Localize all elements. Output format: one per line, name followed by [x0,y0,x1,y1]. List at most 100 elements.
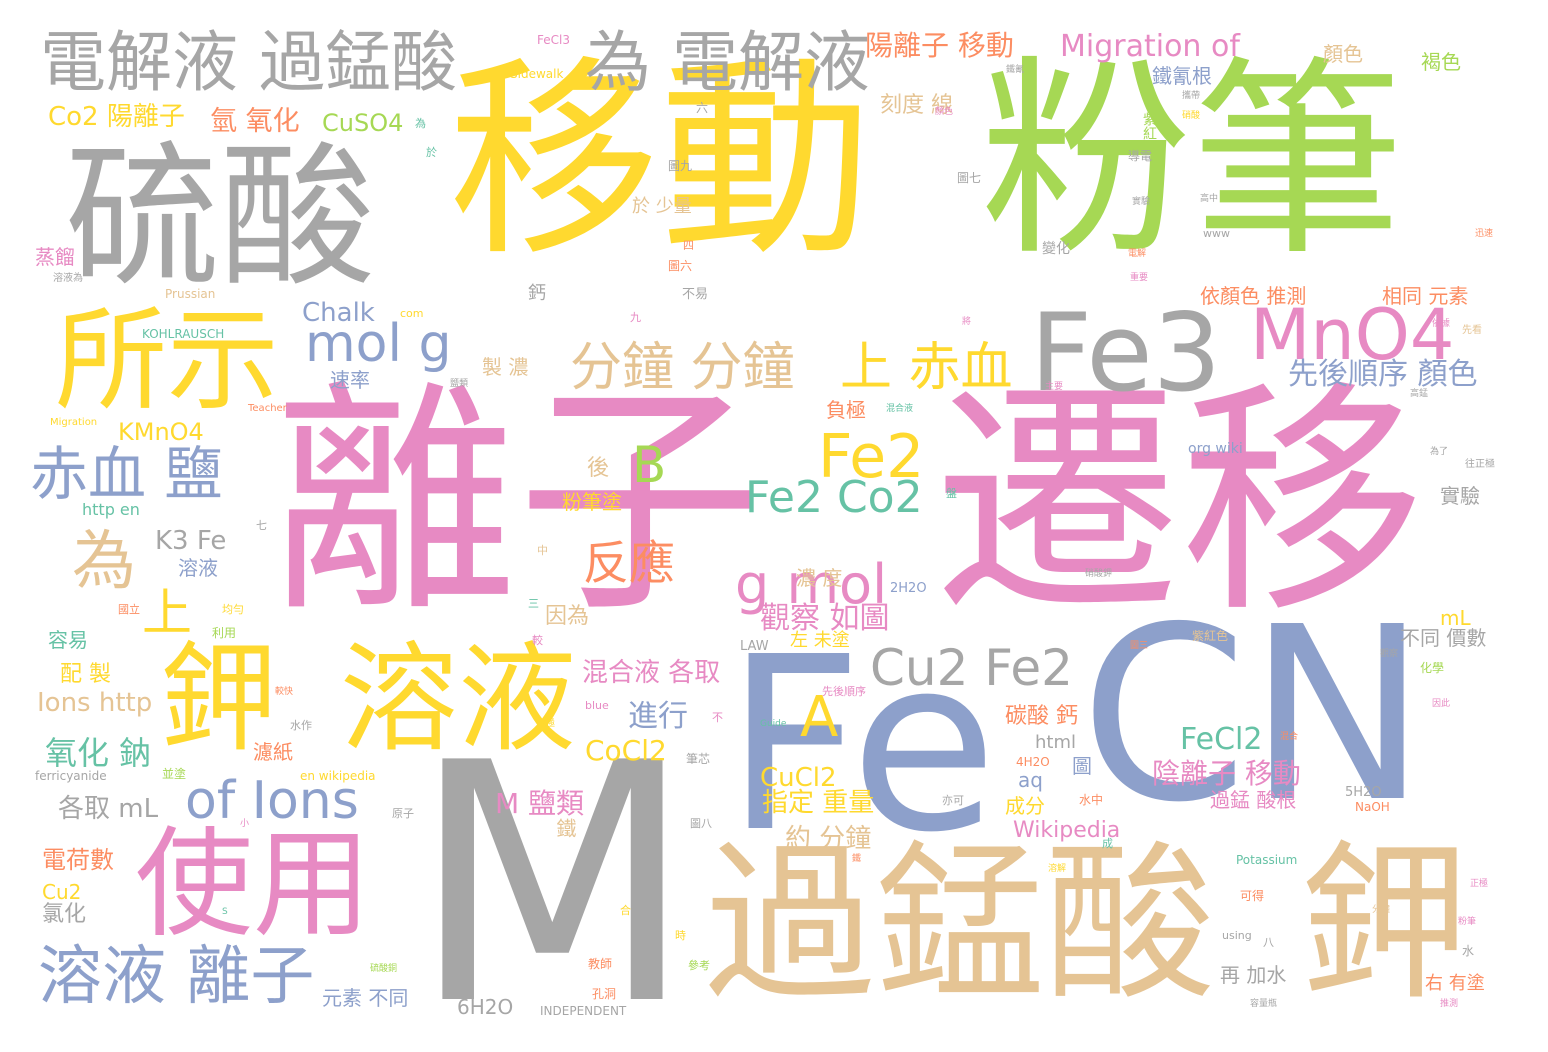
cloud-word: 離子 [272,360,762,645]
cloud-word: 主要 [1045,382,1064,392]
cloud-word: 國立 [118,603,140,616]
cloud-word: 顏色 [1323,42,1363,66]
cloud-word: 過錳酸 [705,826,1216,1024]
cloud-word: 不易 [682,287,709,302]
cloud-word: 蒸餾 [35,245,75,269]
cloud-word: 因為 [545,604,590,629]
cloud-word: 陰離子 移動 [1152,757,1301,790]
cloud-word: 水作 [290,719,312,732]
cloud-word: using [1222,929,1252,942]
cloud-word: 中 [537,544,548,557]
cloud-word: 將 [962,317,972,327]
cloud-word: 濃 度 [796,566,843,590]
cloud-word: 圖三 [1130,641,1149,651]
cloud-word: 教師 [588,957,613,971]
cloud-word: 小 [240,819,250,829]
cloud-word: 過錳 酸根 [1210,788,1297,812]
cloud-word: aq [1018,768,1043,792]
cloud-word: 參考 [688,959,710,972]
cloud-word: 因此 [1432,699,1451,709]
cloud-word: 電解液 過錳酸 [40,24,457,101]
cloud-word: 成 [1102,837,1113,850]
cloud-word: 推測 [1440,999,1459,1009]
cloud-word: 圖七 [957,171,982,185]
cloud-word: www [1203,227,1230,240]
cloud-word: Cu2 Fe2 [870,639,1073,697]
cloud-word: 圖八 [690,817,712,830]
cloud-word: Migration of [1060,29,1240,64]
cloud-word: 鐵 [852,854,862,864]
cloud-word: 變化 [1042,241,1070,257]
cloud-word: FeCl3 [537,33,570,47]
cloud-word: 往正極 [1465,459,1495,470]
cloud-word: 鐵氰根 [1152,64,1212,88]
cloud-word: 硫酸銅 [370,964,398,974]
cloud-word: 八 [1263,936,1274,949]
cloud-word: 陽離子 移動 [865,29,1014,62]
cloud-word: S [222,907,228,917]
cloud-word: 迅速 [1475,229,1494,239]
cloud-word: 赤血 鹽 [30,440,223,508]
cloud-word: Potassium [1236,853,1298,867]
cloud-word: Chalk [302,298,375,328]
cloud-word: 導電 [1128,149,1153,163]
cloud-word: 後 [587,456,610,481]
cloud-word: 較 [532,634,543,647]
cloud-word: 氧化 鈉 [45,734,152,772]
cloud-word: 製 濃 [482,355,529,379]
cloud-word: 高中 [1200,194,1219,204]
cloud-word: 鐵氰 [1006,65,1025,75]
cloud-word: 水中 [1079,793,1104,807]
cloud-word: 相同 元素 [1382,284,1469,308]
cloud-word: 均勻 [222,603,244,616]
cloud-word: FeCl2 [1180,722,1263,757]
cloud-word: Guide [760,719,787,729]
cloud-word: 為了 [1430,447,1449,457]
cloud-word: 4H2O [1016,755,1050,769]
cloud-word: M [410,693,695,1052]
cloud-word: 成分 [1005,794,1045,818]
cloud-word: 圖六 [668,259,693,273]
cloud-word: 分鐘 [1372,905,1391,915]
cloud-word: 鹽類 [450,379,469,389]
cloud-word: 孔洞 [592,987,617,1001]
cloud-word: 盤 [946,487,957,500]
cloud-word: 使用 [135,815,372,953]
cloud-word: 所示 [55,296,279,426]
cloud-word: ferricyanide [35,769,107,783]
cloud-word: 氫 氧化 [210,106,300,137]
cloud-word: 褐色 [1421,50,1461,74]
cloud-word: 依顏色 推測 [1200,284,1307,308]
cloud-word: 筆芯 [686,752,711,766]
cloud-word: 溶解 [1048,864,1067,874]
cloud-word: 上 赤血 [840,338,1013,398]
word-cloud: 移動 粉筆 離子 遷移 M Fe CN 過錳酸 鉀 硫酸 所示 使用 溶液 鉀 … [0,0,1548,1052]
cloud-word: 碳酸 鈣 [1005,704,1078,729]
cloud-word: 為 [415,117,426,130]
cloud-word: 先後順序 [822,685,866,698]
cloud-word: 元素 不同 [322,986,409,1010]
cloud-word: 6H2O [457,995,514,1019]
cloud-word: 混合液 [886,404,914,414]
cloud-word: 負極 [826,398,866,422]
cloud-word: 為 [72,525,136,599]
cloud-word: 先後順序 顏色 [1288,357,1478,392]
cloud-word: http en [82,500,140,519]
cloud-word: Migration [50,417,98,428]
cloud-word: 水 [1462,944,1475,958]
cloud-word: 為 電解液 [585,24,870,101]
cloud-word: 鈣 [528,283,546,304]
cloud-word: LAW [740,639,769,654]
cloud-word: 圖 [1072,754,1092,778]
cloud-word: NaOH [1355,800,1390,814]
cloud-word: 六 [696,101,709,115]
cloud-word: 2H2O [890,581,927,596]
cloud-word: 5H2O [1345,785,1382,800]
cloud-word: 化學 [1420,661,1445,675]
cloud-word: INDEPENDENT [540,1004,627,1018]
cloud-word: 進行 [628,699,688,734]
cloud-word: 溶液 [340,630,577,768]
cloud-word: 高錳 [1410,389,1429,399]
cloud-word: 硝酸鉀 [1085,569,1113,579]
cloud-word: 顏色 [935,107,954,117]
